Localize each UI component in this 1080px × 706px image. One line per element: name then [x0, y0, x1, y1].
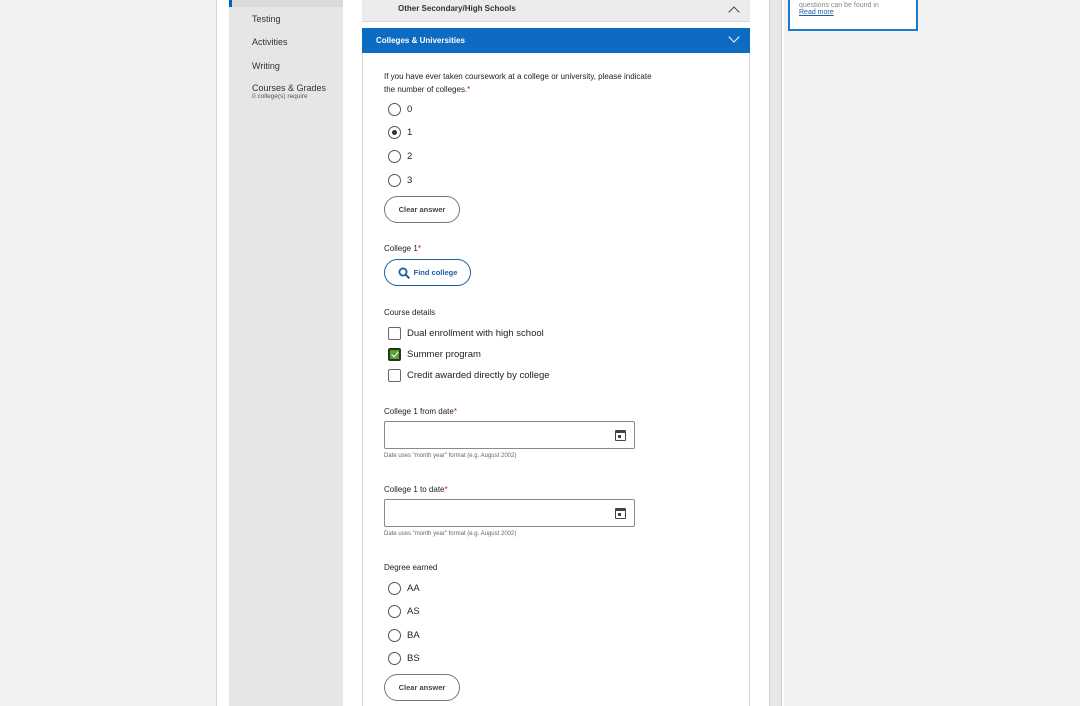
- radio-option-3[interactable]: 3: [388, 173, 412, 187]
- radio-button[interactable]: [388, 651, 401, 665]
- checkbox-label: Credit awarded directly by college: [407, 369, 550, 381]
- from-date-label: College 1 from date*: [384, 407, 457, 416]
- question-line-1: If you have ever taken coursework at a c…: [384, 72, 652, 81]
- degree-earned-label: Degree earned: [384, 563, 438, 572]
- college-count-question: If you have ever taken coursework at a c…: [384, 70, 652, 96]
- radio-option-1[interactable]: 1: [388, 125, 412, 139]
- sidebar-active-item[interactable]: [229, 0, 343, 7]
- required-mark: *: [453, 407, 457, 416]
- calendar-icon[interactable]: [615, 508, 626, 519]
- radio-label: 1: [407, 126, 413, 138]
- radio-label: AA: [407, 582, 420, 594]
- required-mark: *: [467, 85, 471, 94]
- sidebar-item-testing[interactable]: Testing: [252, 14, 281, 24]
- radio-button[interactable]: [388, 149, 401, 163]
- radio-label: BS: [407, 652, 420, 664]
- to-date-hint: Date uses "month year" format (e.g. Augu…: [384, 531, 517, 537]
- accordion-other-title: Other Secondary/High Schools: [398, 4, 516, 13]
- to-date-field[interactable]: [384, 499, 635, 527]
- find-college-button[interactable]: Find college: [384, 259, 471, 286]
- colleges-panel: If you have ever taken coursework at a c…: [362, 53, 750, 706]
- radio-degree-bs[interactable]: BS: [388, 651, 420, 665]
- radio-button[interactable]: [388, 173, 401, 187]
- course-details-label: Course details: [384, 308, 436, 317]
- search-icon: [398, 267, 410, 279]
- radio-button[interactable]: [388, 604, 401, 618]
- radio-label: AS: [407, 605, 420, 617]
- accordion-colleges-title: Colleges & Universities: [376, 36, 465, 45]
- radio-button[interactable]: [388, 628, 401, 642]
- from-date-hint: Date uses "month year" format (e.g. Augu…: [384, 453, 517, 459]
- info-box: questions can be found in Read more: [788, 0, 918, 31]
- radio-label: BA: [407, 629, 420, 641]
- radio-label: 0: [407, 103, 413, 115]
- required-mark: *: [417, 244, 421, 253]
- radio-degree-ba[interactable]: BA: [388, 628, 420, 642]
- read-more-link[interactable]: Read more: [799, 9, 834, 16]
- radio-option-0[interactable]: 0: [388, 102, 412, 116]
- radio-button[interactable]: [388, 102, 401, 116]
- checkbox-label: Dual enrollment with high school: [407, 327, 544, 339]
- find-college-label: Find college: [413, 268, 458, 277]
- sidebar-item-courses-grades[interactable]: Courses & Grades: [252, 83, 326, 93]
- form-main: Other Secondary/High Schools Colleges & …: [362, 0, 750, 706]
- checkbox-summer-program[interactable]: Summer program: [388, 347, 481, 361]
- question-line-2: the number of colleges.*: [384, 85, 471, 94]
- right-column: [784, 0, 1080, 706]
- radio-button-selected[interactable]: [388, 125, 401, 139]
- sidebar: Testing Activities Writing Courses & Gra…: [229, 0, 343, 706]
- radio-button[interactable]: [388, 581, 401, 595]
- checkbox-dual-enrollment[interactable]: Dual enrollment with high school: [388, 326, 544, 340]
- college-1-label: College 1*: [384, 244, 421, 253]
- from-date-field[interactable]: [384, 421, 635, 449]
- checkbox-credit-awarded[interactable]: Credit awarded directly by college: [388, 368, 550, 382]
- sidebar-item-writing[interactable]: Writing: [252, 61, 280, 71]
- required-mark: *: [444, 485, 448, 494]
- chevron-up-icon: [728, 6, 740, 18]
- to-date-label: College 1 to date*: [384, 485, 448, 494]
- radio-label: 3: [407, 174, 413, 186]
- clear-answer-button[interactable]: Clear answer: [384, 196, 460, 223]
- checkbox[interactable]: [388, 326, 401, 340]
- scroll-gutter: [769, 0, 782, 706]
- checkbox-label: Summer program: [407, 348, 481, 360]
- sidebar-item-courses-sublabel: 0 college(s) require: [252, 93, 308, 100]
- radio-degree-as[interactable]: AS: [388, 604, 420, 618]
- info-box-text: questions can be found in: [799, 2, 879, 9]
- sidebar-item-activities[interactable]: Activities: [252, 37, 288, 47]
- checkbox-checked[interactable]: [388, 347, 401, 361]
- chevron-down-icon: [728, 31, 740, 43]
- radio-option-2[interactable]: 2: [388, 149, 412, 163]
- accordion-other-secondary-schools[interactable]: Other Secondary/High Schools: [362, 0, 750, 22]
- checkbox[interactable]: [388, 368, 401, 382]
- radio-degree-aa[interactable]: AA: [388, 581, 420, 595]
- calendar-icon[interactable]: [615, 430, 626, 441]
- radio-label: 2: [407, 150, 413, 162]
- clear-degree-button[interactable]: Clear answer: [384, 674, 460, 701]
- accordion-colleges-universities[interactable]: Colleges & Universities: [362, 28, 750, 53]
